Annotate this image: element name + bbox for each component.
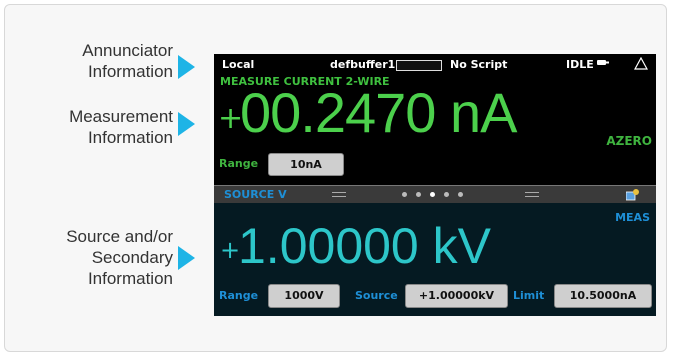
- swipe-handle-right-icon[interactable]: [525, 192, 539, 197]
- swipe-title: SOURCE V: [224, 188, 287, 201]
- callout-line: Information: [87, 269, 173, 288]
- warning-triangle-icon[interactable]: [634, 57, 648, 70]
- swipe-page-dot[interactable]: [416, 192, 421, 197]
- source-limit-button[interactable]: 10.5000nA: [554, 284, 652, 308]
- source-callout: Source and/or Secondary Information: [66, 226, 173, 289]
- callout-line: Measurement: [69, 107, 173, 126]
- status-script[interactable]: No Script: [450, 58, 507, 71]
- callout-line: Information: [87, 128, 173, 147]
- settings-swipe-icon[interactable]: [626, 188, 640, 201]
- swipe-page-dot-active[interactable]: [430, 192, 435, 197]
- measurement-arrow-icon: [178, 112, 195, 136]
- status-mode[interactable]: Local: [222, 58, 254, 71]
- azero-indicator: AZERO: [606, 134, 652, 148]
- callout-line: Secondary: [91, 248, 173, 267]
- measure-range-label: Range: [219, 157, 259, 170]
- annunciator-bar: Local defbuffer1 No Script IDLE: [214, 54, 656, 74]
- callout-line: Information: [87, 62, 173, 81]
- status-state[interactable]: IDLE: [566, 58, 594, 71]
- callout-line: Source and/or: [66, 227, 173, 246]
- buffer-fill-indicator: [396, 60, 442, 71]
- source-panel: MEAS + 1.00000 kV Range 1000V Source +1.…: [214, 203, 656, 316]
- swipe-handle-left-icon[interactable]: [332, 192, 346, 197]
- source-limit-label: Limit: [513, 289, 545, 302]
- trigger-icon: [597, 60, 609, 65]
- instrument-screen: Local defbuffer1 No Script IDLE MEASURE …: [214, 54, 656, 316]
- status-buffer[interactable]: defbuffer1: [330, 58, 395, 71]
- source-meas-label: MEAS: [615, 211, 650, 224]
- measure-range-button[interactable]: 10nA: [268, 153, 344, 176]
- swipe-page-dot[interactable]: [444, 192, 449, 197]
- measurement-reading: 00.2470 nA: [240, 81, 517, 144]
- source-value-button[interactable]: +1.00000kV: [405, 284, 508, 308]
- swipe-bar[interactable]: SOURCE V: [214, 185, 656, 204]
- swipe-page-dot[interactable]: [458, 192, 463, 197]
- source-arrow-icon: [178, 246, 195, 270]
- measurement-callout: Measurement Information: [69, 106, 173, 148]
- annunciator-arrow-icon: [178, 55, 195, 79]
- source-value-label: Source: [355, 289, 398, 302]
- callout-line: Annunciator: [82, 41, 173, 60]
- source-range-label: Range: [219, 289, 259, 302]
- swipe-page-dot[interactable]: [402, 192, 407, 197]
- source-range-button[interactable]: 1000V: [268, 284, 340, 308]
- source-reading: 1.00000 kV: [238, 218, 491, 274]
- annunciator-callout: Annunciator Information: [82, 40, 173, 82]
